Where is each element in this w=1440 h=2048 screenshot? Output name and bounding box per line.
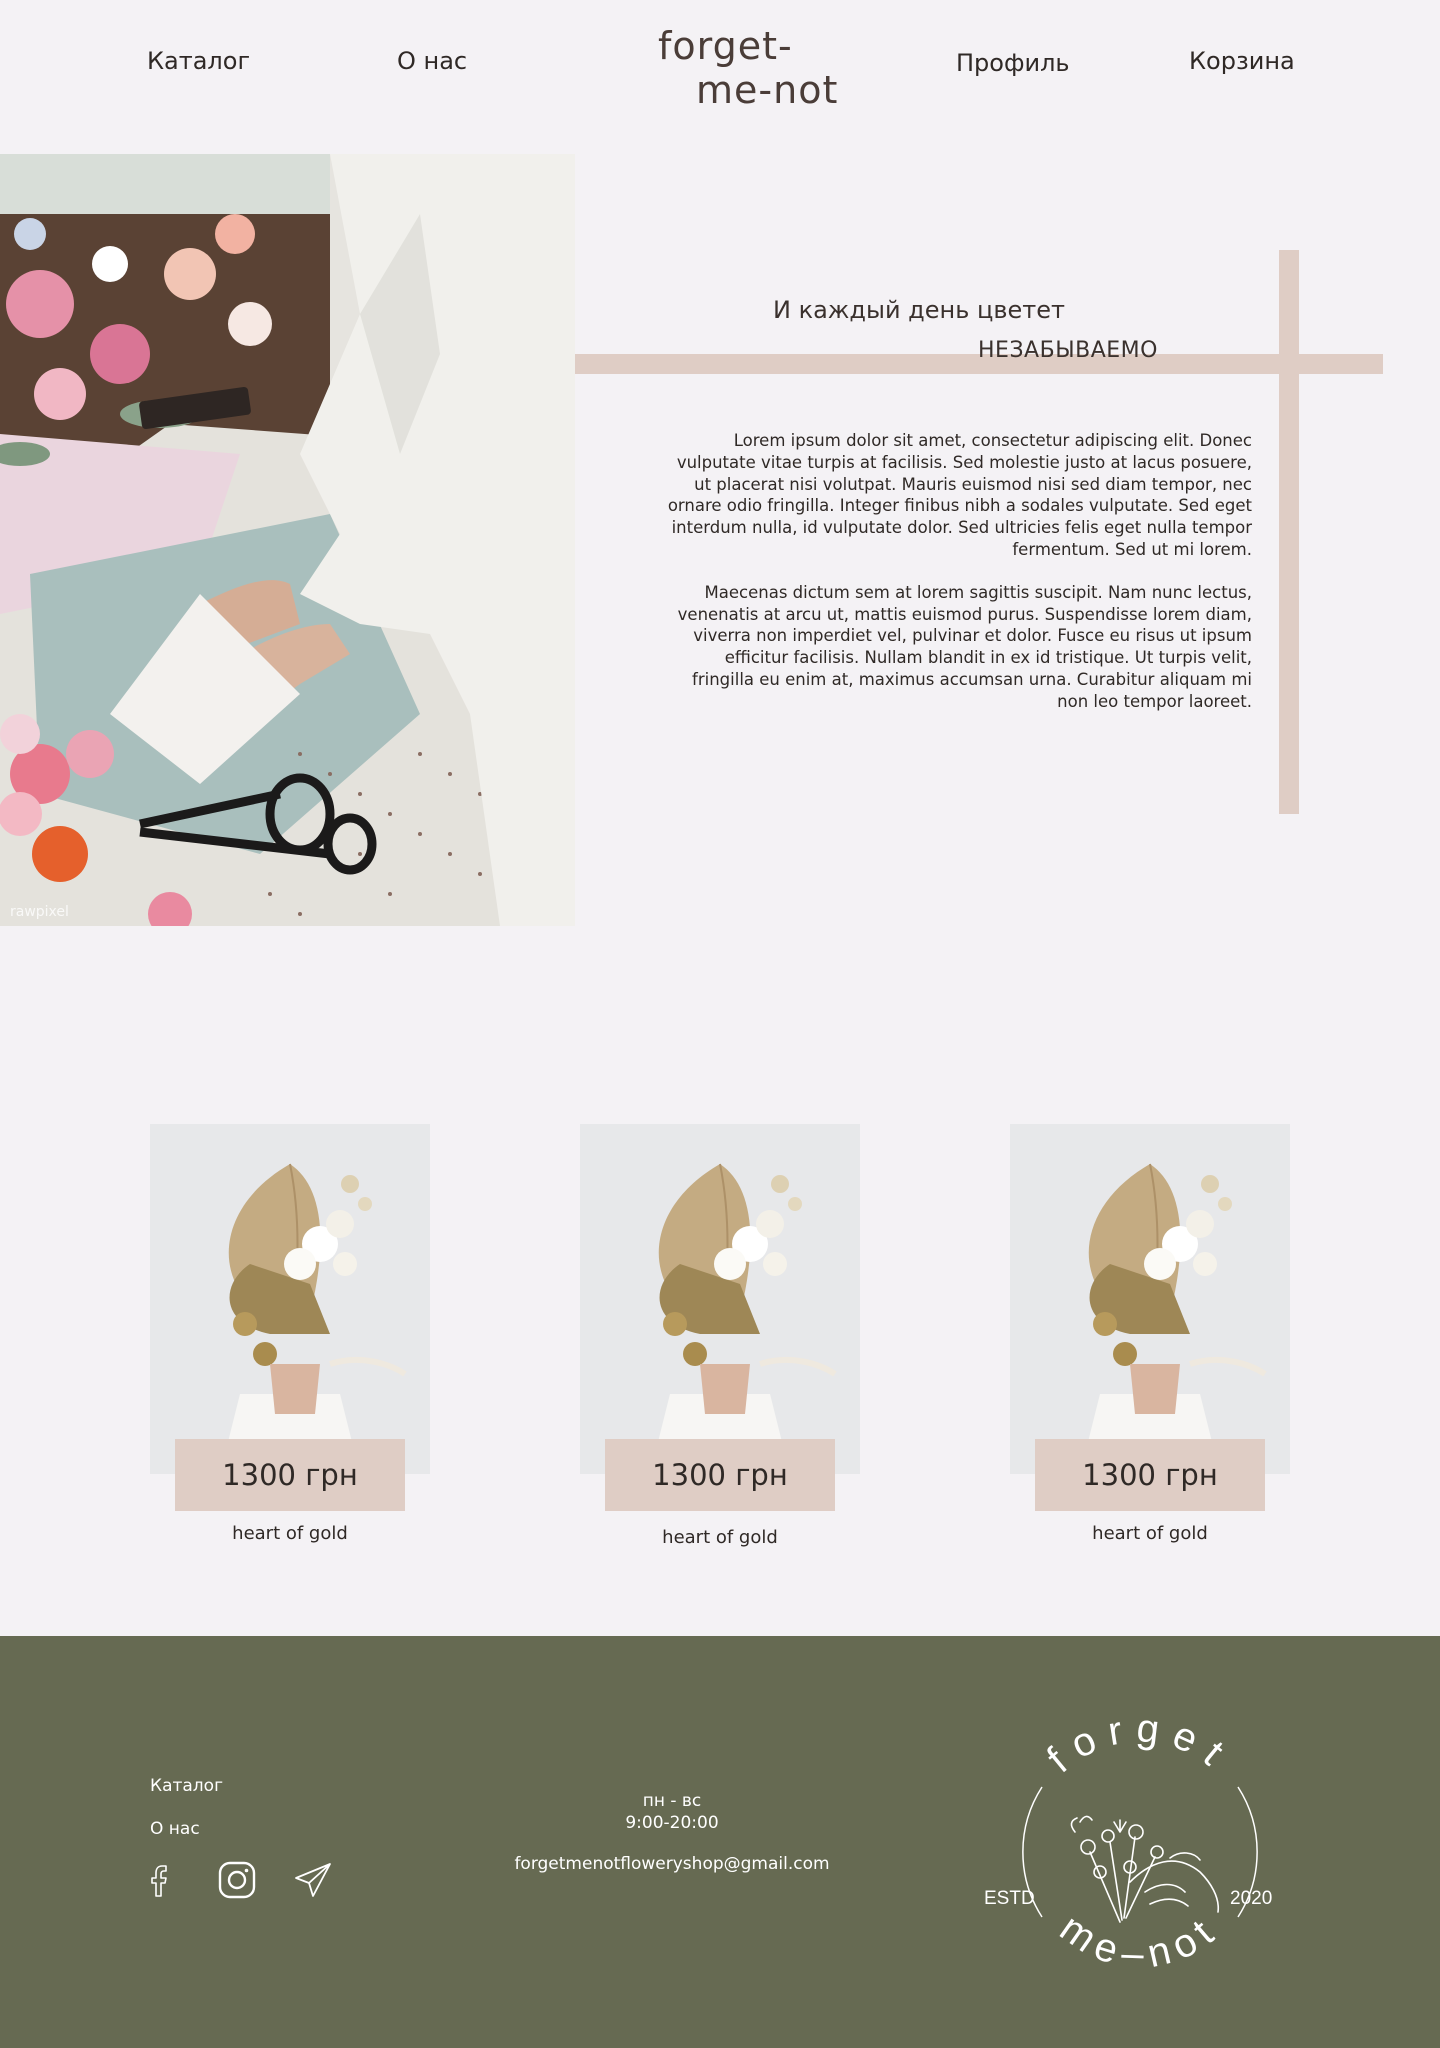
badge-year: 2020 xyxy=(1230,1888,1272,1909)
logo-line-1: forget- xyxy=(658,24,793,68)
nav-catalog[interactable]: Каталог xyxy=(147,47,250,75)
opening-days: пн - вс xyxy=(642,1791,702,1811)
logo-line-2: me-not xyxy=(696,68,839,112)
badge-bottom-text: me–not xyxy=(1052,1906,1228,1977)
photo-watermark: rawpixel xyxy=(10,904,69,920)
site-footer: Каталог О нас пн - вс 9:00-20:00 forgetm… xyxy=(0,1636,1440,2048)
product-name[interactable]: heart of gold xyxy=(150,1523,430,1544)
bouquet-illustration xyxy=(580,1124,860,1474)
product-name[interactable]: heart of gold xyxy=(580,1527,860,1548)
site-logo[interactable]: forget- me-not xyxy=(658,24,838,112)
hero-photo-illustration: rawpixel xyxy=(0,154,575,926)
footer-logo-badge: forget me–not ESTD 2020 xyxy=(970,1682,1310,2022)
nav-profile[interactable]: Профиль xyxy=(956,49,1070,77)
product-price[interactable]: 1300 грн xyxy=(1035,1439,1265,1511)
hero-tagline-line2: НЕЗАБЫВАЕМО xyxy=(978,338,1158,363)
bouquet-illustration xyxy=(1010,1124,1290,1474)
hero-tagline-line1: И каждый день цветет xyxy=(773,296,1065,324)
badge-estd: ESTD xyxy=(984,1888,1035,1909)
hero-paragraph-1: Lorem ipsum dolor sit amet, consectetur … xyxy=(667,431,1252,559)
badge-top-text: forget xyxy=(1039,1706,1241,1781)
product-image[interactable] xyxy=(150,1124,430,1474)
contact-email[interactable]: forgetmenotfloweryshop@gmail.com xyxy=(472,1854,872,1874)
product-card[interactable]: 1300 грн heart of gold xyxy=(580,1124,860,1548)
opening-time: 9:00-20:00 xyxy=(625,1813,719,1833)
product-price[interactable]: 1300 грн xyxy=(175,1439,405,1511)
product-card[interactable]: 1300 грн heart of gold xyxy=(150,1124,430,1544)
hero-florist-photo: rawpixel xyxy=(0,154,575,926)
nav-cart[interactable]: Корзина xyxy=(1189,47,1295,75)
hero-paragraph-2: Maecenas dictum sem at lorem sagittis su… xyxy=(677,582,1252,711)
product-image[interactable] xyxy=(1010,1124,1290,1474)
bouquet-hand-icon xyxy=(1070,1815,1220,1923)
instagram-icon[interactable] xyxy=(217,1860,257,1900)
footer-link-about[interactable]: О нас xyxy=(150,1819,200,1839)
product-card[interactable]: 1300 грн heart of gold xyxy=(1010,1124,1290,1544)
hero-description: Lorem ipsum dolor sit amet, consectetur … xyxy=(660,430,1252,713)
bouquet-illustration xyxy=(150,1124,430,1474)
decorative-vertical-bar xyxy=(1279,250,1299,814)
product-price[interactable]: 1300 грн xyxy=(605,1439,835,1511)
product-image[interactable] xyxy=(580,1124,860,1474)
telegram-icon[interactable] xyxy=(293,1860,333,1900)
facebook-icon[interactable] xyxy=(142,1860,182,1900)
badge-emblem: forget me–not ESTD 2020 xyxy=(984,1706,1272,1977)
opening-hours: пн - вс 9:00-20:00 xyxy=(572,1790,772,1834)
nav-about[interactable]: О нас xyxy=(397,47,467,75)
product-name[interactable]: heart of gold xyxy=(1010,1523,1290,1544)
footer-link-catalog[interactable]: Каталог xyxy=(150,1776,223,1796)
